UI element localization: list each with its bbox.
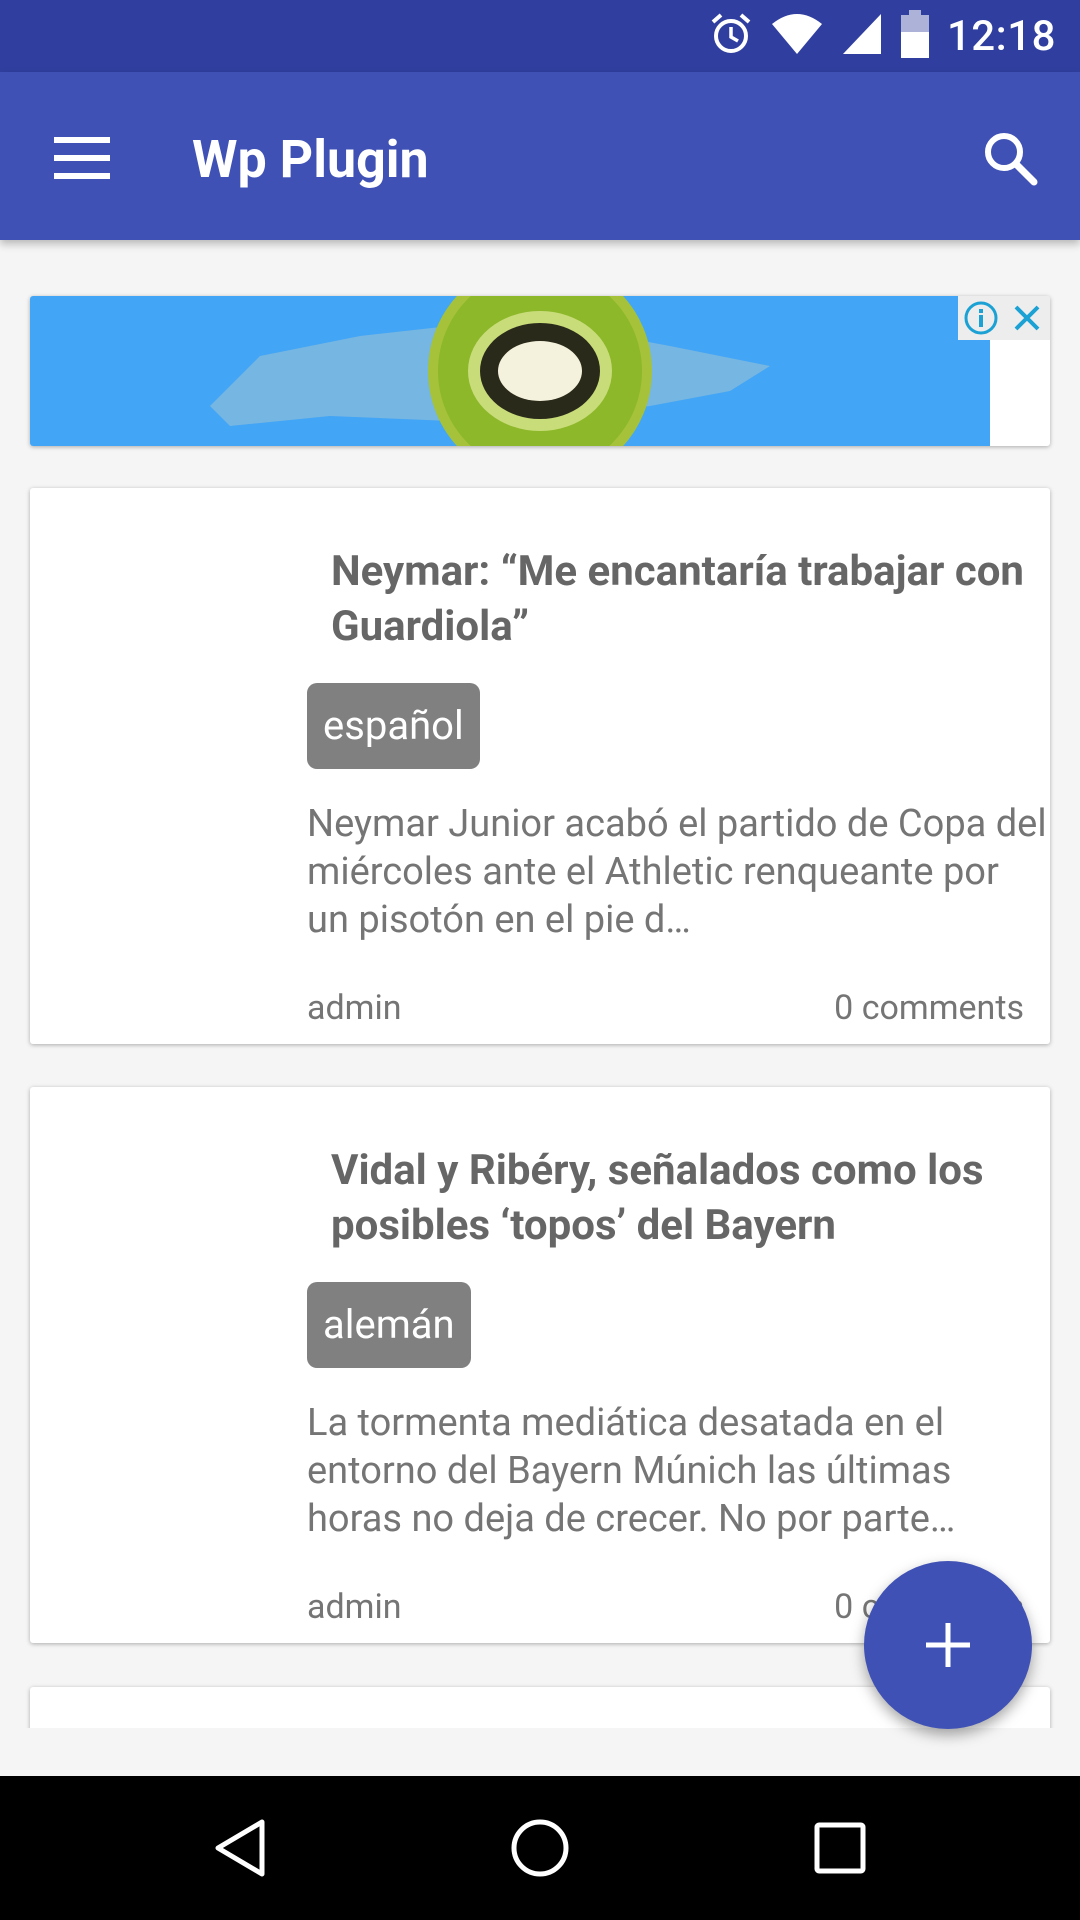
post-tag[interactable]: español (307, 683, 480, 769)
close-icon[interactable] (1004, 296, 1050, 340)
post-list[interactable]: Neymar: “Me encantaría trabajar con Guar… (0, 240, 1080, 1728)
recents-icon[interactable] (800, 1808, 880, 1888)
status-time: 12:18 (946, 11, 1056, 61)
app-title: Wp Plugin (192, 129, 429, 190)
status-icons: 12:18 (709, 0, 1056, 72)
ad-choices (958, 296, 1050, 340)
post-tag[interactable]: alemán (307, 1282, 471, 1368)
home-icon[interactable] (500, 1808, 580, 1888)
post-comments[interactable]: 0 comments (834, 988, 1024, 1028)
back-icon[interactable] (200, 1808, 280, 1888)
signal-icon (841, 12, 883, 60)
alarm-icon (709, 12, 753, 60)
search-icon[interactable] (974, 122, 1046, 194)
plus-icon (926, 1623, 970, 1667)
post-author: admin (307, 988, 402, 1028)
wifi-icon (771, 12, 823, 60)
info-icon[interactable] (958, 296, 1004, 340)
app-bar: Wp Plugin (0, 72, 1080, 240)
post-excerpt: Neymar Junior acabó el partido de Copa d… (307, 802, 1047, 942)
navigation-bar (0, 1776, 1080, 1920)
post-author: admin (307, 1587, 402, 1627)
post-card[interactable]: Vidal y Ribéry, señalados como los posib… (30, 1087, 1050, 1643)
post-title[interactable]: Neymar: “Me encantaría trabajar con Guar… (331, 544, 1041, 654)
post-excerpt: La tormenta mediática desatada en el ent… (307, 1401, 956, 1541)
battery-icon (900, 10, 929, 62)
post-card[interactable]: Neymar: “Me encantaría trabajar con Guar… (30, 488, 1050, 1044)
add-post-button[interactable] (864, 1561, 1032, 1729)
post-title[interactable]: Vidal y Ribéry, señalados como los posib… (331, 1143, 1041, 1253)
ad-banner[interactable] (30, 296, 1050, 446)
ad-image[interactable] (30, 296, 990, 446)
status-bar: 12:18 (0, 0, 1080, 72)
menu-icon[interactable] (40, 116, 124, 200)
